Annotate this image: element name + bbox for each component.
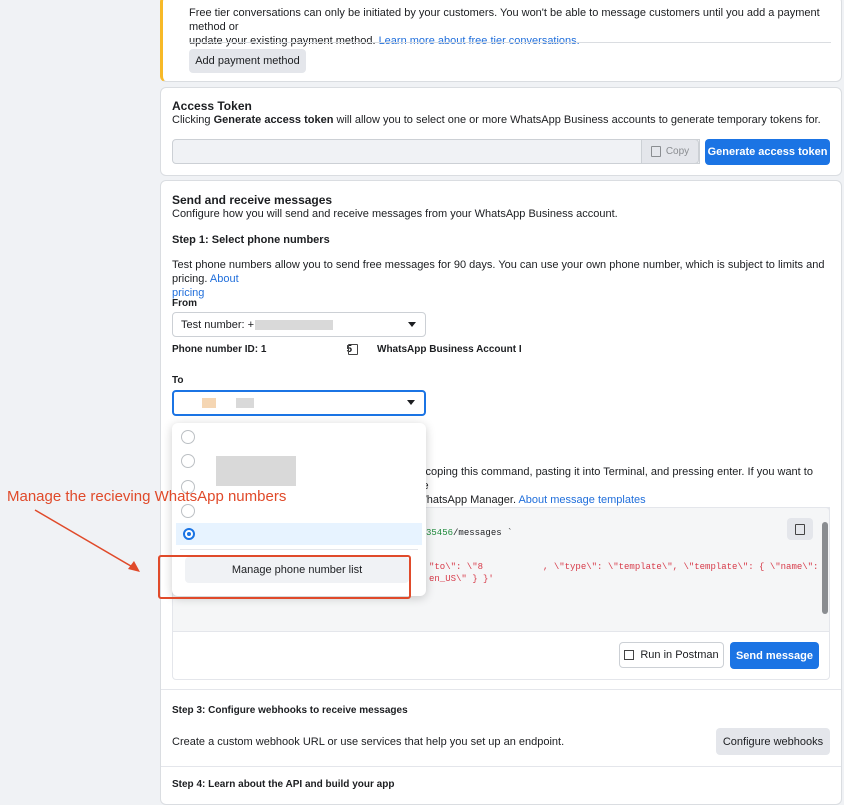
step4-title: Step 4: Learn about the API and build yo… <box>172 779 395 790</box>
annotation-text: Manage the recieving WhatsApp numbers <box>7 488 287 505</box>
from-select[interactable]: Test number: + <box>172 312 426 337</box>
redacted-to <box>202 398 216 408</box>
free-tier-banner: Free tier conversations can only be init… <box>160 0 842 82</box>
selected-option-row[interactable] <box>176 523 422 545</box>
waba-label: WhatsApp Business Account I <box>377 344 522 355</box>
redacted-options <box>216 456 296 486</box>
to-label: To <box>172 375 184 386</box>
access-token-card: Access Token Clicking Generate access to… <box>160 87 842 176</box>
annotation-arrow <box>34 509 140 572</box>
access-token-desc: Clicking Generate access token will allo… <box>172 114 821 126</box>
to-select[interactable] <box>172 390 426 416</box>
phone-number-id-label: Phone number ID: 15 <box>172 344 353 355</box>
divider <box>161 689 841 690</box>
redacted-to-2 <box>236 398 254 408</box>
add-payment-method-button[interactable]: Add payment method <box>189 49 306 73</box>
free-tier-link[interactable]: Learn more about free tier conversations… <box>379 35 580 47</box>
send-receive-title: Send and receive messages <box>172 193 333 207</box>
access-token-title: Access Token <box>172 99 252 113</box>
divider <box>189 42 831 43</box>
divider <box>161 766 841 767</box>
highlight-box <box>158 555 411 599</box>
about-templates-link[interactable]: About message templates <box>518 494 645 506</box>
access-token-field[interactable] <box>172 139 700 164</box>
step3-desc: Create a custom webhook URL or use servi… <box>172 736 565 748</box>
copy-label: Copy <box>665 146 690 157</box>
step1-title: Step 1: Select phone numbers <box>172 234 330 246</box>
left-margin <box>0 0 158 801</box>
about-pricing-link[interactable]: About <box>210 273 239 285</box>
divider <box>180 549 418 550</box>
redacted-number <box>255 319 334 330</box>
chevron-down-icon <box>408 321 416 327</box>
step1-desc: Test phone numbers allow you to send fre… <box>172 259 825 299</box>
run-postman-label: Run in Postman <box>640 649 719 661</box>
banner-line2: update your existing payment method. <box>189 35 379 47</box>
configure-webhooks-button[interactable]: Configure webhooks <box>716 728 830 755</box>
run-in-postman-button[interactable]: Run in Postman <box>619 642 724 668</box>
copy-icon <box>650 146 661 157</box>
radio-option-2[interactable] <box>181 454 195 468</box>
from-label: From <box>172 298 197 309</box>
generate-access-token-button[interactable]: Generate access token <box>705 139 830 165</box>
step2-desc: or by coping this command, pasting it in… <box>398 466 813 506</box>
from-value: Test number: + <box>181 318 255 331</box>
step3-title: Step 3: Configure webhooks to receive me… <box>172 705 408 716</box>
chevron-down-icon <box>407 400 415 405</box>
banner-line1: Free tier conversations can only be init… <box>189 7 820 33</box>
radio-selected <box>183 528 195 540</box>
radio-option-4[interactable] <box>181 504 195 518</box>
send-message-button[interactable]: Send message <box>730 642 819 669</box>
copy-button[interactable]: Copy <box>641 139 699 164</box>
radio-option-1[interactable] <box>181 430 195 444</box>
send-receive-desc: Configure how you will send and receive … <box>172 208 618 220</box>
external-link-icon <box>624 650 635 660</box>
copy-id-icon[interactable] <box>348 344 358 355</box>
